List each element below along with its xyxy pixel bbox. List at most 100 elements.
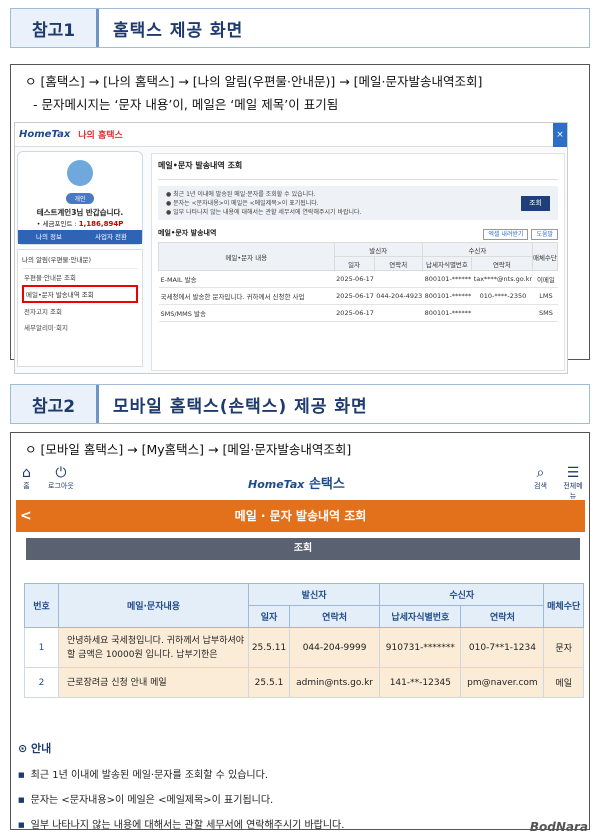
- profile-card: 개인 테스트계인3님 반갑습니다. • 세금포인트 : 1,186,894P 나…: [17, 151, 143, 245]
- cell-content: 근로장려금 신청 안내 메일: [58, 667, 249, 698]
- guide-title: ⊙ 안내: [18, 742, 52, 755]
- cell-contact: pm@naver.com: [460, 667, 545, 698]
- col-media: 매체수단: [543, 583, 584, 628]
- cell-media: 이메일: [532, 270, 558, 288]
- hometax-logo[interactable]: HomeTax: [19, 129, 70, 140]
- cell-content: 국세청에서 발송한 문자입니다. 귀하께서 신청한 사업: [158, 287, 335, 305]
- info-line: ● 최근 1년 이내에 발송된 메일·문자를 조회할 수 있습니다.: [166, 191, 316, 198]
- menu-item-mail[interactable]: 우편물·안내문 조회: [22, 269, 138, 285]
- col-taxpayer-id: 납세자식별번호: [379, 605, 462, 628]
- cell-contact: [374, 270, 423, 288]
- points-value: 1,186,894P: [78, 220, 124, 228]
- info-box: ● 최근 1년 이내에 발송된 메일·문자를 조회할 수 있습니다. ● 문자는…: [158, 186, 558, 220]
- guide-item: ■ 문자는 <문자내용>이 메일은 <메일제목>이 표기됩니다.: [18, 795, 274, 806]
- cell-taxpayer-id: 800101-******: [422, 287, 472, 305]
- guide-item: ■ 최근 1년 이내에 발송된 메일·문자를 조회할 수 있습니다.: [18, 770, 268, 781]
- mobile-page-header: < 메일 · 문자 발송내역 조회: [16, 500, 585, 532]
- col-media: 매체수단: [531, 242, 559, 271]
- col-contact: 연락처: [470, 256, 533, 271]
- info-line: ● 문자는 <문자내용>이 메일은 <메일제목>이 표기됩니다.: [166, 200, 319, 207]
- mobile-query-button[interactable]: 조회: [26, 538, 580, 560]
- cell-media: 메일: [543, 667, 584, 698]
- excel-download-button[interactable]: 엑셀 내려받기: [483, 228, 529, 240]
- cell-media: LMS: [532, 287, 558, 305]
- cell-content: 안녕하세요 국세청입니다. 귀하께서 납부하셔야할 금액은 10000원 입니다…: [58, 627, 249, 668]
- col-number: 번호: [24, 583, 59, 628]
- my-info-button[interactable]: 나의 정보: [18, 230, 80, 244]
- pc-page-title: 메일•문자 발송내역 조회: [158, 160, 558, 180]
- cell-taxpayer-id: 800101-******: [422, 270, 472, 288]
- mobile-topbar: ⌂ 홈 ⏻ 로그아웃 HomeTax 손택스 ⌕ 검색 ☰ 전체메뉴: [18, 465, 584, 501]
- home-icon[interactable]: ⌂ 홈: [22, 465, 31, 491]
- col-date: 일자: [248, 605, 290, 628]
- cell-contact: tax****@nts.go.kr: [471, 270, 533, 288]
- cell-content: SMS/MMS 발송: [158, 304, 335, 322]
- section2-path: ㅇ [모바일 홈택스] → [My홈택스] → [메일·문자발송내역조회]: [25, 442, 352, 457]
- table-row[interactable]: 2 근로장려금 신청 안내 메일 25.5.1 admin@nts.go.kr …: [24, 667, 584, 698]
- pc-screen: HomeTax 나의 홈택스 × 개인 테스트계인3님 반갑습니다. • 세금포…: [14, 122, 568, 374]
- search-icon[interactable]: ⌕ 검색: [534, 465, 547, 491]
- info-line: ● 일부 나타나지 않는 내용에 대해서는 관할 세무서에 연락해주시기 바랍니…: [166, 209, 362, 216]
- pc-topbar: HomeTax 나의 홈택스: [15, 123, 567, 147]
- section2-header: 참고2 모바일 홈택스(손택스) 제공 화면: [10, 384, 590, 424]
- col-content: 메일•문자 내용: [158, 242, 335, 271]
- section2-tag: 참고2: [11, 385, 99, 423]
- cell-content: E-MAIL 발송: [158, 270, 335, 288]
- section1-path: ㅇ [홈택스] → [나의 홈택스] → [나의 알림(우편물·안내문)] → …: [25, 74, 483, 89]
- cell-date: 25.5.11: [248, 627, 290, 668]
- cell-contact: 010-****-2350: [471, 287, 533, 305]
- section1-header: 참고1 홈택스 제공 화면: [10, 8, 590, 48]
- col-contact: 연락처: [460, 605, 545, 628]
- business-switch-button[interactable]: 사업자 전환: [80, 230, 142, 244]
- cell-date: 2025-06-17: [334, 304, 375, 322]
- pc-sidebar: 개인 테스트계인3님 반갑습니다. • 세금포인트 : 1,186,894P 나…: [17, 151, 143, 371]
- cell-contact: 044-204-4923: [374, 287, 423, 305]
- sidebar-menu: 나의 알림(우편물·안내문) 우편물·안내문 조회 메일•문자 발송내역 조회 …: [17, 249, 143, 367]
- col-contact: 연락처: [288, 605, 381, 628]
- cell-contact: [471, 304, 533, 322]
- table-row[interactable]: E-MAIL 발송 2025-06-17 800101-****** tax**…: [158, 270, 558, 288]
- sontax-logo[interactable]: HomeTax 손택스: [248, 473, 345, 492]
- query-button[interactable]: 조회: [521, 196, 550, 211]
- menu-header[interactable]: 나의 알림(우편물·안내문): [22, 254, 138, 269]
- col-receiver: 수신자: [379, 583, 545, 606]
- cell-taxpayer-id: 141-**-12345: [379, 667, 462, 698]
- guide-item: ■ 일부 나타나지 않는 내용에 대해서는 관할 세무서에 연락해주시기 바랍니다…: [18, 820, 345, 831]
- table-row[interactable]: SMS/MMS 발송 2025-06-17 800101-****** SMS: [158, 304, 558, 322]
- cell-date: 2025-06-17: [334, 287, 375, 305]
- menu-item-tax-alert[interactable]: 세무알리미·회지: [22, 319, 138, 335]
- table-row[interactable]: 1 안녕하세요 국세청입니다. 귀하께서 납부하셔야할 금액은 10000원 입…: [24, 627, 584, 668]
- cell-taxpayer-id: 910731-*******: [379, 627, 462, 668]
- cell-media: SMS: [532, 304, 558, 322]
- pc-history-table: 메일•문자 내용 발신자 수신자 매체수단 일자 연락처 납세자식별번호 연락처…: [158, 242, 559, 322]
- section1-note: - 문자메시지는 ‘문자 내용’이, 메일은 ‘메일 제목’이 표기됨: [33, 97, 339, 112]
- col-taxpayer-id: 납세자식별번호: [421, 256, 472, 271]
- menu-icon[interactable]: ☰ 전체메뉴: [562, 465, 584, 501]
- cell-number: 2: [24, 667, 59, 698]
- col-receiver: 수신자: [421, 242, 533, 257]
- table-row[interactable]: 국세청에서 발송한 문자입니다. 귀하께서 신청한 사업 2025-06-17 …: [158, 287, 558, 305]
- cell-contact: [374, 304, 423, 322]
- close-icon[interactable]: ×: [553, 123, 567, 147]
- mobile-history-table: 번호 메일·문자내용 발신자 수신자 매체수단 일자 연락처 납세자식별번호 연…: [24, 583, 584, 698]
- avatar: [67, 160, 93, 186]
- back-icon[interactable]: <: [20, 500, 32, 532]
- user-greeting: 테스트계인3님 반갑습니다.: [36, 208, 124, 217]
- list-title: 메일•문자 발송내역: [158, 229, 217, 237]
- menu-item-e-notice[interactable]: 전자고지 조회: [22, 303, 138, 319]
- cell-date: 25.5.1: [248, 667, 290, 698]
- cell-contact: 044-204-9999: [288, 627, 381, 668]
- section1-tag: 참고1: [11, 9, 99, 47]
- col-contact: 연락처: [373, 256, 423, 271]
- help-button[interactable]: 도움말: [531, 228, 558, 240]
- col-sender: 발신자: [247, 583, 381, 606]
- pc-main: 메일•문자 발송내역 조회 ● 최근 1년 이내에 발송된 메일·문자를 조회할…: [151, 153, 565, 371]
- cell-contact: 010-7**1-1234: [460, 627, 545, 668]
- cell-media: 문자: [543, 627, 584, 668]
- points-label: • 세금포인트 :: [36, 220, 79, 228]
- menu-item-mail-sms-history[interactable]: 메일•문자 발송내역 조회: [22, 285, 138, 303]
- section1-title: 홈택스 제공 화면: [113, 20, 244, 41]
- logout-icon[interactable]: ⏻ 로그아웃: [48, 465, 74, 491]
- user-type-badge: 개인: [66, 193, 94, 204]
- my-hometax-link[interactable]: 나의 홈택스: [78, 128, 123, 141]
